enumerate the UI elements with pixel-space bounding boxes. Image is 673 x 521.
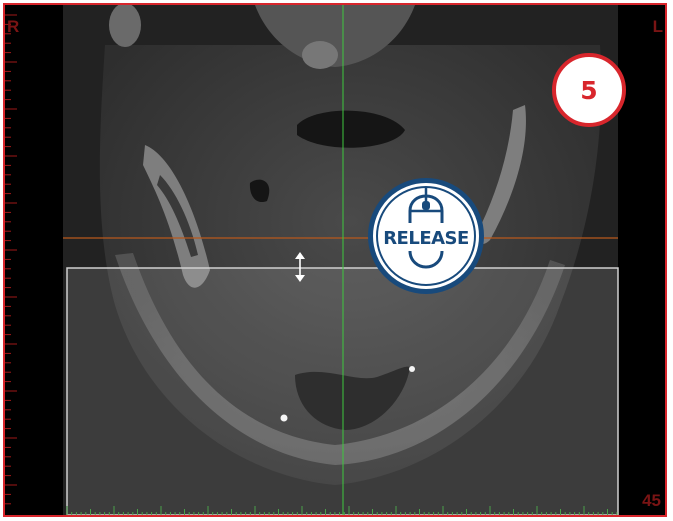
step-number: 5 <box>580 75 598 105</box>
left-ruler <box>5 14 17 505</box>
slice-number: 45 <box>642 491 661 510</box>
orientation-left-label: L <box>652 17 663 36</box>
release-badge: RELEASE <box>368 178 484 294</box>
orientation-right-label: R <box>7 17 20 36</box>
step-badge: 5 <box>552 53 626 127</box>
release-label: RELEASE <box>383 228 469 249</box>
